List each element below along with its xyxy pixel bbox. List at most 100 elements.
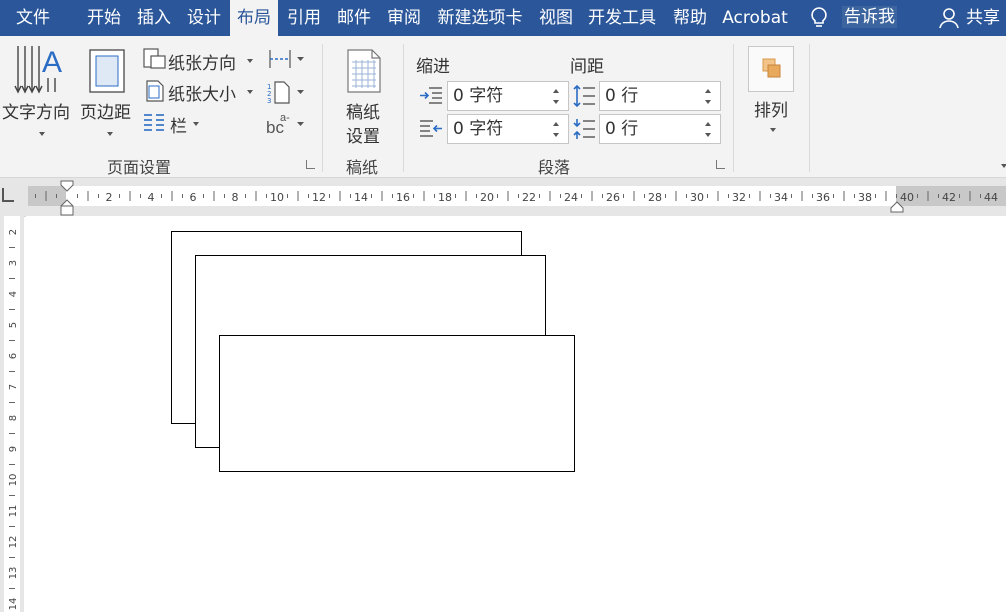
tab-file[interactable]: 文件 <box>4 0 62 36</box>
columns-button[interactable]: 栏 <box>170 112 187 137</box>
ruler-ticks: 2 4 6 8 10 12 14 16 18 20 22 24 26 28 30 32 34 36 38 40 42 44 <box>35 191 998 204</box>
ruler-number: 36 <box>816 191 830 204</box>
arrange-button[interactable]: 排列 <box>754 96 788 121</box>
indent-left-input[interactable]: 0 字符 <box>447 81 569 111</box>
vertical-ruler-number: 8 <box>8 415 19 421</box>
vertical-ruler-number: 3 <box>8 260 19 266</box>
tab-insert[interactable]: 插入 <box>132 0 176 36</box>
ruler-number: 8 <box>232 191 239 204</box>
page-setup-launcher-icon[interactable] <box>306 160 315 169</box>
share-button[interactable]: 共享 <box>966 0 1006 36</box>
line-numbers-icon[interactable]: 123 <box>266 80 308 108</box>
ruler-number: 34 <box>774 191 788 204</box>
page-setup-group-label: 页面设置 <box>107 158 172 177</box>
tab-design[interactable]: 设计 <box>182 0 226 36</box>
ruler-number: 14 <box>354 191 368 204</box>
vertical-ruler-number: 6 <box>8 353 19 359</box>
margins-dropdown-icon[interactable] <box>107 132 113 136</box>
vertical-ruler-number: 7 <box>8 384 19 390</box>
columns-dropdown-icon[interactable] <box>193 122 199 126</box>
horizontal-ruler[interactable]: 2 4 6 8 10 12 14 16 18 20 22 24 26 28 30 32 34 36 38 40 42 44 <box>0 178 1006 216</box>
tab-mailings[interactable]: 邮件 <box>332 0 376 36</box>
svg-text:a-: a- <box>280 112 290 124</box>
arrange-dropdown-icon[interactable] <box>770 128 776 132</box>
ruler-number: 10 <box>270 191 284 204</box>
tab-developer[interactable]: 开发工具 <box>584 0 660 36</box>
paper-size-icon <box>145 80 165 106</box>
tab-review[interactable]: 审阅 <box>382 0 426 36</box>
arrange-icon[interactable] <box>748 46 794 92</box>
spin-up-icon[interactable] <box>553 122 559 126</box>
indent-right-input[interactable]: 0 字符 <box>447 114 569 144</box>
text-direction-icon[interactable]: A <box>14 44 66 104</box>
spin-down-icon[interactable] <box>553 133 559 137</box>
ruler-number: 20 <box>480 191 494 204</box>
spin-up-icon[interactable] <box>705 89 711 93</box>
group-separator <box>809 44 810 172</box>
rectangle-shape-3[interactable] <box>219 335 575 472</box>
spacing-after-input[interactable]: 0 行 <box>599 114 721 144</box>
paper-size-button[interactable]: 纸张大小 <box>168 80 236 105</box>
vertical-ruler-number: 5 <box>8 322 19 328</box>
ruler-number: 38 <box>858 191 872 204</box>
ruler-number: 6 <box>190 191 197 204</box>
collapse-ribbon-icon[interactable] <box>1001 164 1006 168</box>
vertical-ruler[interactable]: 2 3 4 5 6 7 8 9 10 11 12 13 14 <box>0 216 24 612</box>
spin-down-icon[interactable] <box>553 100 559 104</box>
spacing-after-icon <box>572 117 596 145</box>
vertical-ruler-number: 4 <box>8 291 19 297</box>
paragraph-launcher-icon[interactable] <box>716 160 725 169</box>
paper-size-dropdown-icon[interactable] <box>247 90 253 94</box>
spacing-before-icon <box>572 84 596 112</box>
manuscript-setup-label-line2: 设置 <box>346 127 380 147</box>
breaks-icon[interactable] <box>268 48 308 74</box>
tab-references[interactable]: 引用 <box>282 0 326 36</box>
tab-acrobat[interactable]: Acrobat <box>718 0 792 36</box>
ruler-number: 26 <box>606 191 620 204</box>
text-direction-button[interactable]: 文字方向 <box>2 98 70 123</box>
vertical-ruler-number: 14 <box>8 598 19 611</box>
tab-home[interactable]: 开始 <box>82 0 126 36</box>
vertical-ruler-number: 9 <box>8 446 19 452</box>
text-direction-dropdown-icon[interactable] <box>39 132 45 136</box>
spacing-after-value: 0 行 <box>605 119 639 139</box>
ruler-number: 16 <box>396 191 410 204</box>
margins-icon[interactable] <box>88 48 126 98</box>
ribbon: A 文字方向 页边距 纸张方向 纸张大小 栏 123 bc a- 页面设置 稿纸… <box>0 36 1006 178</box>
manuscript-setup-button[interactable]: 稿纸 <box>346 98 380 123</box>
spin-down-icon[interactable] <box>705 133 711 137</box>
first-line-indent-marker-icon[interactable] <box>60 180 74 220</box>
spin-up-icon[interactable] <box>553 89 559 93</box>
ruler-number: 28 <box>648 191 662 204</box>
vertical-ruler-number: 11 <box>8 505 19 518</box>
document-page[interactable] <box>26 216 1006 612</box>
hyphenation-icon[interactable]: bc a- <box>266 112 308 140</box>
tell-me-search[interactable]: 告诉我 <box>842 6 897 28</box>
vertical-ruler-number: 2 <box>8 229 19 235</box>
spacing-before-input[interactable]: 0 行 <box>599 81 721 111</box>
user-icon[interactable] <box>938 6 962 34</box>
tab-new-tab[interactable]: 新建选项卡 <box>432 0 528 36</box>
indent-left-icon <box>419 86 443 110</box>
spin-down-icon[interactable] <box>705 100 711 104</box>
lightbulb-icon[interactable] <box>808 6 830 34</box>
group-separator <box>403 44 404 172</box>
indent-right-icon <box>419 119 443 143</box>
indent-left-value: 0 字符 <box>453 86 504 106</box>
tab-view[interactable]: 视图 <box>534 0 578 36</box>
tab-help[interactable]: 帮助 <box>668 0 712 36</box>
manuscript-icon[interactable] <box>346 48 382 98</box>
columns-icon <box>143 112 165 136</box>
manuscript-group-label: 稿纸 <box>346 158 379 177</box>
right-indent-marker-icon[interactable] <box>890 198 904 217</box>
tab-layout[interactable]: 布局 <box>230 0 278 36</box>
ruler-number: 32 <box>732 191 746 204</box>
ruler-number: 22 <box>522 191 536 204</box>
ruler-number: 4 <box>148 191 155 204</box>
orientation-button[interactable]: 纸张方向 <box>168 49 236 74</box>
orientation-dropdown-icon[interactable] <box>247 59 253 63</box>
spin-up-icon[interactable] <box>705 122 711 126</box>
margins-button[interactable]: 页边距 <box>80 98 131 123</box>
ruler-number: 18 <box>438 191 452 204</box>
vertical-ruler-number: 12 <box>8 536 19 549</box>
